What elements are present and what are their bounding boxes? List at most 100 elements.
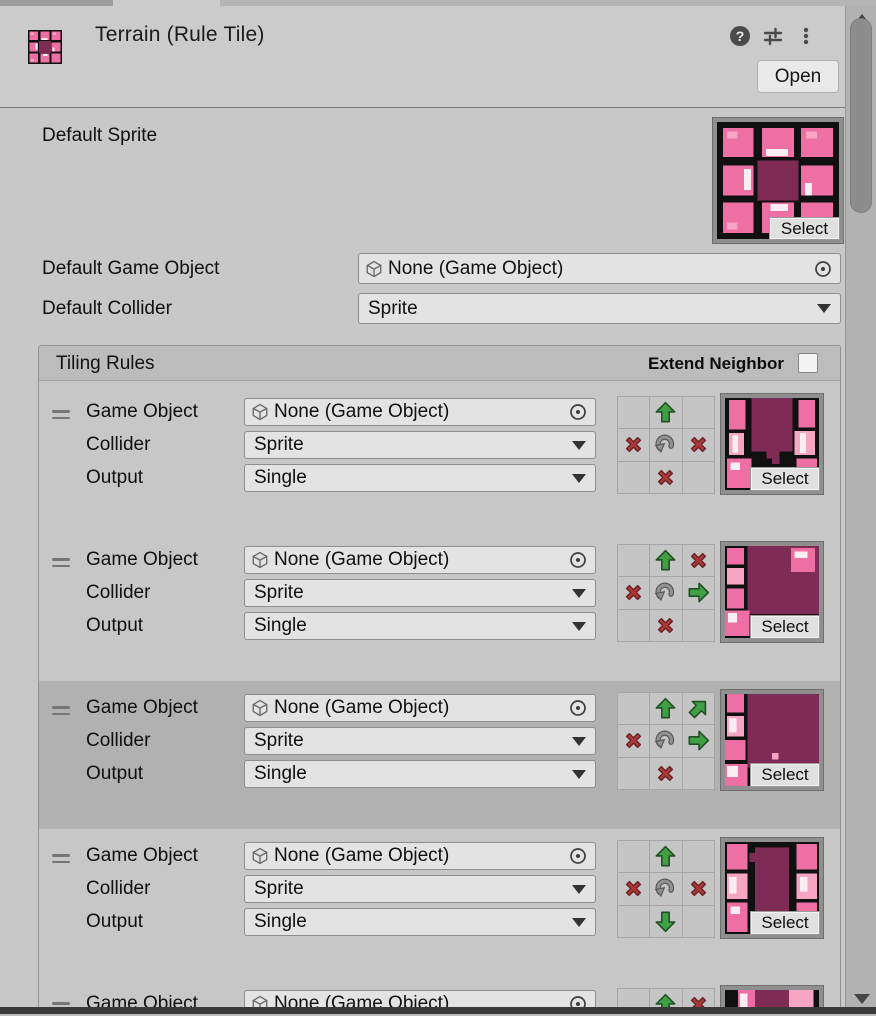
neighbor-cell-x[interactable] <box>618 429 649 460</box>
rule-output-value: Single <box>245 763 572 785</box>
rule-sprite-select-button[interactable]: Select <box>750 467 820 491</box>
default-sprite-select-button[interactable]: Select <box>769 217 840 240</box>
extend-neighbor-checkbox[interactable] <box>798 353 818 373</box>
neighbor-cell-rotate[interactable] <box>650 725 681 756</box>
neighbor-cell-empty[interactable] <box>683 906 714 937</box>
neighbor-cell-empty[interactable] <box>618 545 649 576</box>
object-picker-icon[interactable] <box>568 550 588 570</box>
neighbor-cell-empty[interactable] <box>618 462 649 493</box>
object-picker-icon[interactable] <box>568 402 588 422</box>
drag-handle-icon[interactable] <box>52 854 70 864</box>
presets-icon[interactable] <box>762 25 784 47</box>
rotate-icon <box>654 877 677 900</box>
neighbor-cell-rotate[interactable] <box>650 429 681 460</box>
cube-icon <box>365 260 383 278</box>
rule-sprite-select-button[interactable]: Select <box>750 763 820 787</box>
rule-sprite-preview: Select <box>721 838 823 938</box>
cube-icon <box>251 551 269 569</box>
dropdown-arrow-icon <box>572 589 586 598</box>
rule-collider-dropdown[interactable]: Sprite <box>244 431 596 459</box>
x-icon <box>622 433 645 456</box>
default-collider-dropdown[interactable]: Sprite <box>358 293 841 324</box>
x-icon <box>622 877 645 900</box>
dropdown-arrow-icon <box>572 622 586 631</box>
vertical-scrollbar[interactable] <box>845 6 876 1016</box>
neighbor-cell-x[interactable] <box>618 873 649 904</box>
neighbor-cell-empty[interactable] <box>683 758 714 789</box>
rule-output-label: Output <box>86 615 143 637</box>
neighbor-cell-down[interactable] <box>650 906 681 937</box>
neighbor-cell-empty[interactable] <box>683 610 714 641</box>
neighbor-cell-right[interactable] <box>683 725 714 756</box>
neighbor-cell-x[interactable] <box>618 725 649 756</box>
kebab-menu-icon[interactable] <box>795 25 817 47</box>
neighbor-cell-empty[interactable] <box>683 397 714 428</box>
neighbor-cell-up[interactable] <box>650 397 681 428</box>
rule-collider-dropdown[interactable]: Sprite <box>244 579 596 607</box>
rule-collider-dropdown[interactable]: Sprite <box>244 875 596 903</box>
rule-collider-dropdown[interactable]: Sprite <box>244 727 596 755</box>
rule-sprite-select-button[interactable]: Select <box>750 911 820 935</box>
open-button[interactable]: Open <box>757 60 839 93</box>
rule-game-object-field[interactable]: None (Game Object) <box>244 842 596 870</box>
object-picker-icon[interactable] <box>813 259 833 279</box>
neighbor-cell-empty[interactable] <box>618 841 649 872</box>
drag-handle-icon[interactable] <box>52 410 70 420</box>
rule-output-dropdown[interactable]: Single <box>244 760 596 788</box>
rule-output-value: Single <box>245 615 572 637</box>
help-icon[interactable]: ? <box>729 25 751 47</box>
neighbor-cell-x[interactable] <box>683 545 714 576</box>
drag-handle-icon[interactable] <box>52 706 70 716</box>
rule-game-object-value: None (Game Object) <box>274 549 564 571</box>
tiling-rules-title: Tiling Rules <box>56 353 155 375</box>
scroll-down-icon[interactable] <box>854 994 870 1004</box>
neighbor-cell-x[interactable] <box>650 758 681 789</box>
object-picker-icon[interactable] <box>568 698 588 718</box>
rule-game-object-field[interactable]: None (Game Object) <box>244 546 596 574</box>
neighbor-cell-empty[interactable] <box>618 397 649 428</box>
default-collider-label: Default Collider <box>42 298 172 320</box>
arrow-icon <box>654 910 677 933</box>
rotate-icon <box>654 729 677 752</box>
neighbor-cell-up[interactable] <box>650 545 681 576</box>
rule-output-value: Single <box>245 911 572 933</box>
neighbor-cell-x[interactable] <box>618 577 649 608</box>
neighbor-cell-empty[interactable] <box>618 610 649 641</box>
neighbor-cell-empty[interactable] <box>618 758 649 789</box>
rule-output-dropdown[interactable]: Single <box>244 908 596 936</box>
neighbor-cell-empty[interactable] <box>618 906 649 937</box>
svg-text:?: ? <box>736 28 745 44</box>
arrow-icon <box>654 401 677 424</box>
object-picker-icon[interactable] <box>568 846 588 866</box>
rule-collider-label: Collider <box>86 730 150 752</box>
neighbor-cell-x[interactable] <box>683 873 714 904</box>
neighbor-rule-grid <box>617 544 715 642</box>
neighbor-cell-empty[interactable] <box>618 693 649 724</box>
neighbor-rule-grid <box>617 396 715 494</box>
neighbor-cell-empty[interactable] <box>683 462 714 493</box>
neighbor-cell-right[interactable] <box>683 577 714 608</box>
tiling-rules-header: Tiling Rules Extend Neighbor <box>39 346 840 381</box>
neighbor-cell-empty[interactable] <box>683 841 714 872</box>
rule-output-dropdown[interactable]: Single <box>244 612 596 640</box>
drag-handle-icon[interactable] <box>52 558 70 568</box>
default-sprite-preview: Select <box>713 118 843 243</box>
neighbor-cell-rotate[interactable] <box>650 577 681 608</box>
rule-sprite-select-button[interactable]: Select <box>750 615 820 639</box>
x-icon <box>654 762 677 785</box>
rule-collider-value: Sprite <box>245 878 572 900</box>
scrollbar-thumb[interactable] <box>850 18 872 213</box>
rule-game-object-field[interactable]: None (Game Object) <box>244 398 596 426</box>
neighbor-cell-up-right[interactable] <box>683 693 714 724</box>
neighbor-cell-x[interactable] <box>683 429 714 460</box>
neighbor-cell-x[interactable] <box>650 610 681 641</box>
rule-sprite-preview: Select <box>721 394 823 494</box>
default-game-object-field[interactable]: None (Game Object) <box>358 253 841 284</box>
rule-collider-label: Collider <box>86 878 150 900</box>
rule-game-object-field[interactable]: None (Game Object) <box>244 694 596 722</box>
neighbor-cell-rotate[interactable] <box>650 873 681 904</box>
rule-output-dropdown[interactable]: Single <box>244 464 596 492</box>
neighbor-cell-up[interactable] <box>650 841 681 872</box>
neighbor-cell-up[interactable] <box>650 693 681 724</box>
neighbor-cell-x[interactable] <box>650 462 681 493</box>
